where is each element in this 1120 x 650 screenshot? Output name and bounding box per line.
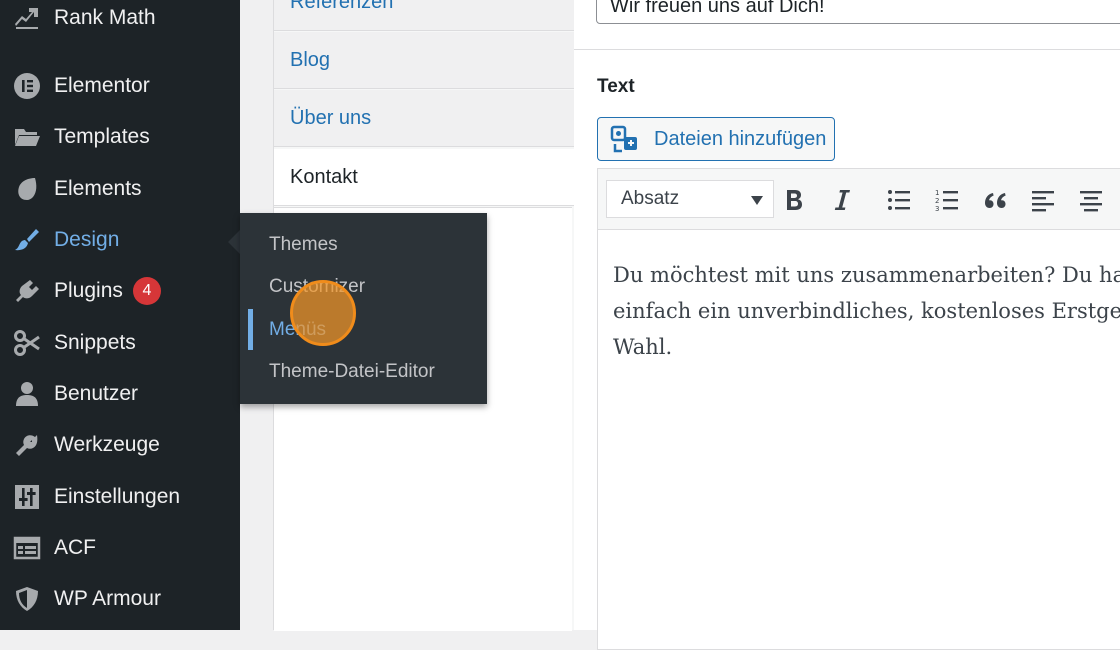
editor-content-text: Du möchtest mit uns zusammenarbeiten? Du… [613,257,1120,365]
quote-icon [985,193,1006,208]
svg-text:2: 2 [935,197,939,205]
align-center-icon [1080,191,1102,212]
editor-toolbar: Absatz 123 [597,168,1120,230]
submenu-item-menus[interactable]: Menüs [269,313,326,347]
page-list-item[interactable]: Referenzen [274,0,574,31]
submenu-item-themes[interactable]: Themes [269,228,338,262]
update-count-badge: 4 [133,277,161,305]
numbered-list-icon: 123 [935,189,958,213]
content-line: Wahl. [613,335,673,359]
add-media-icon [610,125,637,153]
sidebar-item-elements[interactable]: Elements [0,166,240,212]
page-list-item-active[interactable]: Kontakt [274,149,574,206]
content-line: einfach ein unverbindliches, kostenloses… [613,299,1120,323]
sidebar-item-label: Elements [54,177,142,200]
sidebar-item-label: Elementor [54,74,150,97]
sidebar-item-label: ACF [54,536,96,559]
bullet-list-icon [888,190,910,210]
user-icon [12,379,42,409]
sidebar-item-snippets[interactable]: Snippets [0,320,240,366]
sliders-icon [12,482,42,512]
flyout-pointer [228,230,240,254]
bold-icon [787,190,802,210]
divider [574,49,1120,50]
elementor-icon [12,71,42,101]
sidebar-item-benutzer[interactable]: Benutzer [0,371,240,417]
sidebar-item-label: Plugins [54,279,123,302]
admin-sidebar: Rank Math Elementor Templates Elements D… [0,0,240,630]
sidebar-item-label: Snippets [54,331,136,354]
editor-panel: Wir freuen uns auf Dich! Text Dateien hi… [574,0,1120,650]
svg-text:3: 3 [935,205,939,213]
sidebar-item-design[interactable]: Design [0,217,240,263]
sidebar-item-rank-math[interactable]: Rank Math [0,0,240,41]
format-select-value: Absatz [621,188,680,209]
paintbrush-icon [12,225,42,255]
sidebar-item-label: Design [54,228,120,251]
rank-math-icon [12,3,42,33]
shield-icon [12,584,42,614]
text-field-label: Text [597,76,635,97]
folder-icon [12,122,42,152]
design-submenu-flyout: Themes Customizer Menüs Theme-Datei-Edit… [240,213,487,404]
table-icon [12,533,42,563]
add-media-button[interactable]: Dateien hinzufügen [597,117,835,161]
sidebar-item-acf[interactable]: ACF [0,525,240,571]
sidebar-item-label: WP Armour [54,587,161,610]
sidebar-item-plugins[interactable]: Plugins 4 [0,268,240,314]
chevron-down-icon [751,196,763,205]
content-line: Du möchtest mit uns zusammenarbeiten? Du… [613,263,1120,287]
numbered-list-button[interactable]: 123 [930,183,964,217]
sidebar-item-label: Rank Math [54,6,156,29]
page-list-item[interactable]: Über uns [274,90,574,147]
leaf-icon [12,174,42,204]
sidebar-item-label: Templates [54,125,150,148]
sidebar-item-label: Werkzeuge [54,433,160,456]
wrench-icon [12,430,42,460]
editor-content-area[interactable]: Du möchtest mit uns zusammenarbeiten? Du… [597,230,1120,650]
align-center-button[interactable] [1074,183,1108,217]
align-left-icon [1032,191,1054,212]
bold-button[interactable] [777,183,811,217]
blockquote-button[interactable] [978,183,1012,217]
sidebar-item-werkzeuge[interactable]: Werkzeuge [0,422,240,468]
add-media-label: Dateien hinzufügen [654,127,827,150]
plugin-icon [12,276,42,306]
svg-text:1: 1 [935,189,939,197]
sidebar-item-templates[interactable]: Templates [0,114,240,160]
scissors-icon [12,328,42,358]
submenu-item-customizer[interactable]: Customizer [269,270,365,304]
sidebar-item-einstellungen[interactable]: Einstellungen [0,474,240,520]
bullet-list-button[interactable] [882,183,916,217]
page-list-item[interactable]: Blog [274,32,574,89]
italic-icon [834,190,850,210]
italic-button[interactable] [825,183,859,217]
sidebar-item-wp-armour[interactable]: WP Armour [0,576,240,622]
submenu-current-indicator [248,309,253,350]
title-input[interactable]: Wir freuen uns auf Dich! [596,0,1120,24]
sidebar-item-elementor[interactable]: Elementor [0,63,240,109]
sidebar-item-label: Einstellungen [54,485,181,508]
align-left-button[interactable] [1026,183,1060,217]
submenu-item-theme-file-editor[interactable]: Theme-Datei-Editor [269,355,435,389]
paragraph-format-select[interactable]: Absatz [606,180,774,218]
sidebar-item-label: Benutzer [54,382,139,405]
